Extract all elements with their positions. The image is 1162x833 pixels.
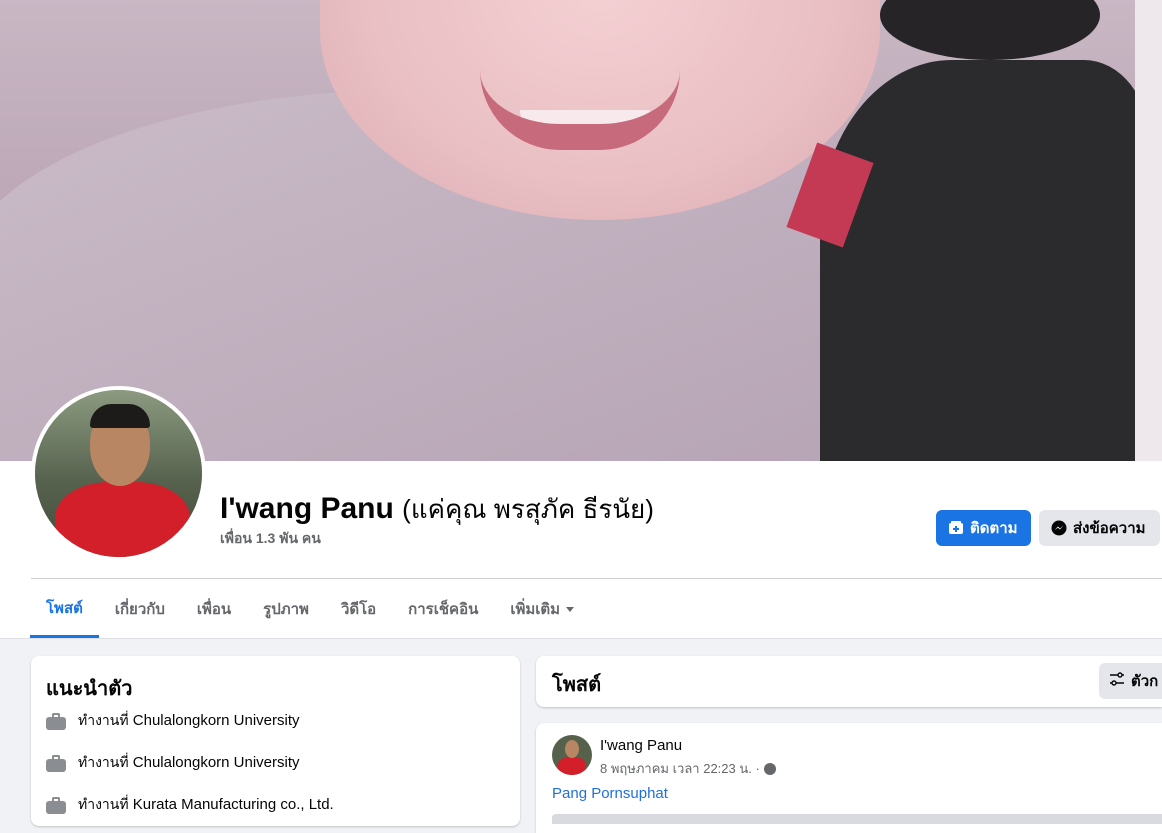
avatar-hair (90, 404, 150, 428)
cover-person (820, 60, 1150, 461)
briefcase-icon (46, 755, 66, 772)
post-meta: 8 พฤษภาคม เวลา 22:23 น. · (600, 758, 776, 779)
follow-icon (948, 520, 964, 536)
message-button[interactable]: ส่งข้อความ (1039, 510, 1160, 546)
profile-name-text: I'wang Panu (220, 492, 394, 525)
work-place-link[interactable]: Kurata Manufacturing co., Ltd. (133, 796, 334, 813)
avatar-shirt (55, 482, 190, 557)
tab-label: เกี่ยวกับ (114, 601, 165, 618)
work-prefix: ทำงานที่ (78, 712, 129, 728)
post-author-name[interactable]: I'wang Panu (600, 737, 682, 754)
intro-item: ทำงานที่ Chulalongkorn University (46, 752, 300, 774)
posts-header-card: โพสต์ ตัวก (536, 656, 1162, 707)
profile-avatar[interactable] (31, 386, 206, 561)
cover-edge (1135, 0, 1162, 461)
post-image[interactable] (552, 814, 1162, 824)
post-tag-link[interactable]: Pang Pornsuphat (552, 785, 668, 802)
work-prefix: ทำงานที่ (78, 754, 129, 770)
avatar-shirt (558, 757, 586, 775)
follow-button[interactable]: ติดตาม (936, 510, 1031, 546)
tab-photos[interactable]: รูปภาพ (247, 580, 325, 638)
message-label: ส่งข้อความ (1073, 520, 1146, 537)
filter-label: ตัวก (1131, 673, 1159, 690)
profile-name: I'wang Panu (แค่คุณ พรสุภัค ธีรนัย) (220, 489, 654, 530)
tab-about[interactable]: เกี่ยวกับ (99, 580, 181, 638)
posts-title: โพสต์ (552, 674, 602, 696)
work-place-link[interactable]: Chulalongkorn University (133, 712, 300, 729)
profile-tabs: โพสต์ เกี่ยวกับ เพื่อน รูปภาพ วิดีโอ การ… (30, 580, 590, 638)
work-prefix: ทำงานที่ (78, 796, 129, 812)
intro-card: แนะนำตัว ทำงานที่ Chulalongkorn Universi… (31, 656, 520, 826)
tab-more[interactable]: เพิ่มเติม (494, 580, 590, 638)
tab-label: โพสต์ (46, 599, 83, 617)
cover-hair (880, 0, 1100, 60)
tab-label: รูปภาพ (263, 601, 309, 618)
briefcase-icon (46, 713, 66, 730)
tab-posts[interactable]: โพสต์ (30, 580, 99, 638)
work-place-link[interactable]: Chulalongkorn University (133, 754, 300, 771)
tab-label: เพื่อน (196, 601, 232, 618)
chevron-down-icon (566, 606, 575, 612)
avatar-head (565, 740, 579, 758)
post-author-avatar[interactable] (552, 735, 592, 775)
intro-item: ทำงานที่ Chulalongkorn University (46, 710, 300, 732)
briefcase-icon (46, 797, 66, 814)
filter-icon (1109, 672, 1125, 690)
friends-count[interactable]: เพื่อน 1.3 พัน คน (220, 528, 321, 550)
filter-button[interactable]: ตัวก (1099, 663, 1162, 699)
intro-title: แนะนำตัว (46, 678, 133, 700)
follow-label: ติดตาม (970, 520, 1018, 537)
profile-alternate-name: (แค่คุณ พรสุภัค ธีรนัย) (402, 494, 654, 524)
tab-label: การเช็คอิน (408, 601, 479, 618)
tab-friends[interactable]: เพื่อน (181, 580, 247, 638)
tab-label: วิดีโอ (340, 601, 377, 618)
header-divider (31, 578, 1162, 579)
messenger-icon (1051, 520, 1067, 536)
intro-item: ทำงานที่ Kurata Manufacturing co., Ltd. (46, 794, 334, 816)
tab-checkins[interactable]: การเช็คอิน (392, 580, 494, 638)
tab-label: เพิ่มเติม (510, 601, 561, 618)
tab-videos[interactable]: วิดีโอ (325, 580, 392, 638)
post-card: I'wang Panu 8 พฤษภาคม เวลา 22:23 น. · Pa… (536, 723, 1162, 833)
post-timestamp[interactable]: 8 พฤษภาคม เวลา 22:23 น. · (600, 758, 760, 779)
globe-icon (763, 762, 776, 775)
